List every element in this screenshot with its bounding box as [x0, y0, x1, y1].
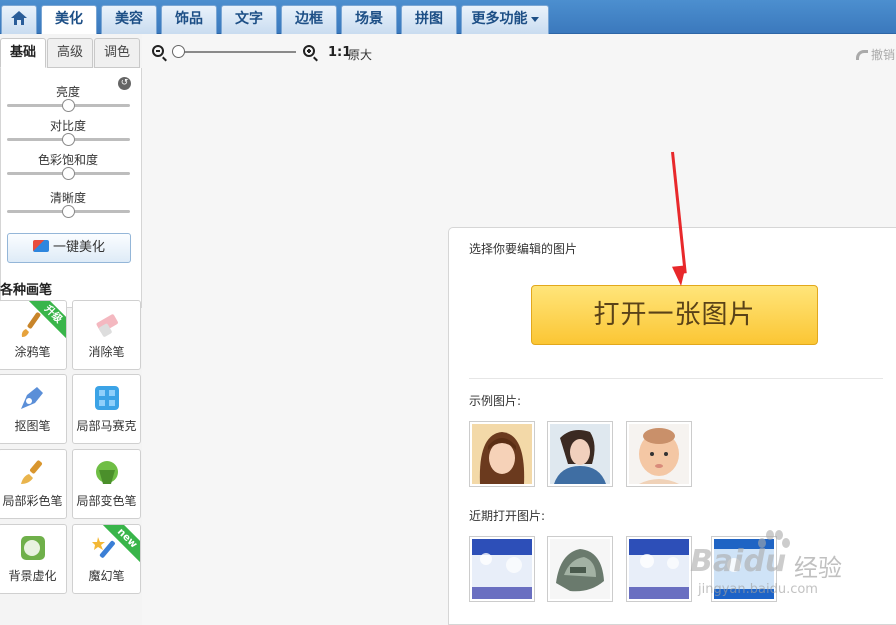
tool-label: 抠图笔	[14, 419, 51, 433]
undo-label: 撤销	[871, 48, 896, 62]
brightness-label: 亮度	[55, 85, 80, 99]
sharpness-label: 清晰度	[49, 191, 86, 205]
adjust-panel: ↺ 亮度 对比度 色彩饱和度 清晰度 一键美化	[0, 68, 142, 308]
brush-section-title: 各种画笔	[0, 283, 53, 298]
tool-eraser-brush[interactable]: 消除笔	[72, 300, 141, 370]
tool-label: 背景虚化	[8, 569, 57, 583]
tool-label: 涂鸦笔	[14, 345, 51, 359]
contrast-label: 对比度	[49, 119, 86, 133]
tool-doodle-brush[interactable]: 升级 涂鸦笔	[0, 300, 67, 370]
recolor-bucket-icon	[96, 461, 118, 484]
annotation-arrow-head	[671, 265, 689, 287]
recent-photo-blue-bokeh-2	[629, 539, 689, 599]
tab-scene[interactable]: 场景	[341, 5, 397, 34]
saturation-slider-thumb[interactable]	[62, 167, 75, 180]
recent-image-2[interactable]	[547, 536, 613, 602]
tool-label: 局部马赛克	[76, 419, 137, 433]
home-tab[interactable]	[1, 5, 37, 34]
tab-text[interactable]: 文字	[221, 5, 277, 34]
open-image-button[interactable]: 打开一张图片	[531, 285, 818, 345]
sub-tabs: 基础 高级 调色	[0, 38, 142, 68]
mosaic-icon	[95, 386, 119, 410]
zoom-slider[interactable]	[178, 51, 296, 53]
sharpness-slider-thumb[interactable]	[62, 205, 75, 218]
original-size-button[interactable]: 原大	[348, 46, 372, 63]
tool-local-recolor-brush[interactable]: 局部变色笔	[72, 449, 141, 519]
color-brush-icon	[21, 460, 42, 484]
sample-images-label: 示例图片:	[469, 394, 522, 408]
saturation-label: 色彩饱和度	[37, 153, 98, 167]
dialog-title: 选择你要编辑的图片	[469, 242, 578, 256]
left-panel: 基础 高级 调色 ↺ 亮度 对比度 色彩饱和度 清晰度 一键美化 各种画笔 升级…	[0, 34, 142, 625]
zoom-slider-thumb[interactable]	[172, 45, 185, 58]
tab-beauty[interactable]: 美容	[101, 5, 157, 34]
recent-photo-blue-bokeh-1	[472, 539, 532, 599]
recent-images-label: 近期打开图片:	[469, 509, 546, 523]
sample-photo-girl-denim	[550, 424, 610, 484]
top-nav: 美化 美容 饰品 文字 边框 场景 拼图 更多功能	[0, 0, 896, 34]
tool-local-color-brush[interactable]: 局部彩色笔	[0, 449, 67, 519]
zoom-out-icon[interactable]	[152, 45, 164, 57]
home-icon	[11, 11, 27, 25]
tab-accessories[interactable]: 饰品	[161, 5, 217, 34]
contrast-slider-thumb[interactable]	[62, 133, 75, 146]
tool-label: 魔幻笔	[88, 569, 125, 583]
recent-photo-money-pile	[550, 539, 610, 599]
tool-label: 局部变色笔	[76, 494, 137, 508]
tool-local-mosaic[interactable]: 局部马赛克	[72, 374, 141, 444]
tab-collage[interactable]: 拼图	[401, 5, 457, 34]
baidu-jingyan-watermark: Baidu 经验 jingyan.baidu.com	[690, 524, 890, 604]
sample-image-1[interactable]	[469, 421, 535, 487]
recent-image-1[interactable]	[469, 536, 535, 602]
background-blur-icon	[21, 536, 45, 560]
zoom-bar: 1:1 原大 撤销	[152, 44, 896, 62]
chevron-down-icon	[530, 16, 539, 22]
one-key-beautify-button[interactable]: 一键美化	[7, 233, 131, 263]
zoom-in-icon[interactable]	[303, 45, 315, 57]
tool-label: 消除笔	[88, 345, 125, 359]
sample-photo-girl-bangs	[472, 424, 532, 484]
tab-more-features[interactable]: 更多功能	[461, 5, 549, 34]
one-key-beautify-label: 一键美化	[52, 240, 105, 255]
tool-cutout-brush[interactable]: 抠图笔	[0, 374, 67, 444]
subtab-advanced[interactable]: 高级	[47, 38, 93, 68]
watermark-brand: Baidu	[690, 544, 787, 579]
tab-border[interactable]: 边框	[281, 5, 337, 34]
brightness-slider-thumb[interactable]	[62, 99, 75, 112]
tool-background-blur[interactable]: 背景虚化	[0, 524, 67, 594]
tab-beautify[interactable]: 美化	[41, 5, 97, 34]
tool-magic-brush[interactable]: new 魔幻笔	[72, 524, 141, 594]
subtab-color[interactable]: 调色	[94, 38, 140, 68]
eraser-icon	[96, 314, 118, 337]
sample-image-2[interactable]	[547, 421, 613, 487]
sample-photo-baby	[629, 424, 689, 484]
divider	[469, 378, 883, 379]
sample-image-3[interactable]	[626, 421, 692, 487]
tool-label: 局部彩色笔	[2, 494, 63, 508]
subtab-basic[interactable]: 基础	[0, 38, 46, 68]
watermark-url: jingyan.baidu.com	[698, 582, 818, 597]
recent-image-3[interactable]	[626, 536, 692, 602]
undo-button[interactable]: 撤销	[856, 46, 895, 63]
watermark-cn: 经验	[794, 554, 842, 582]
undo-icon	[856, 50, 868, 60]
more-features-label: 更多功能	[471, 11, 528, 27]
cutout-pen-icon	[21, 387, 43, 409]
magic-wand-icon	[32, 240, 49, 252]
